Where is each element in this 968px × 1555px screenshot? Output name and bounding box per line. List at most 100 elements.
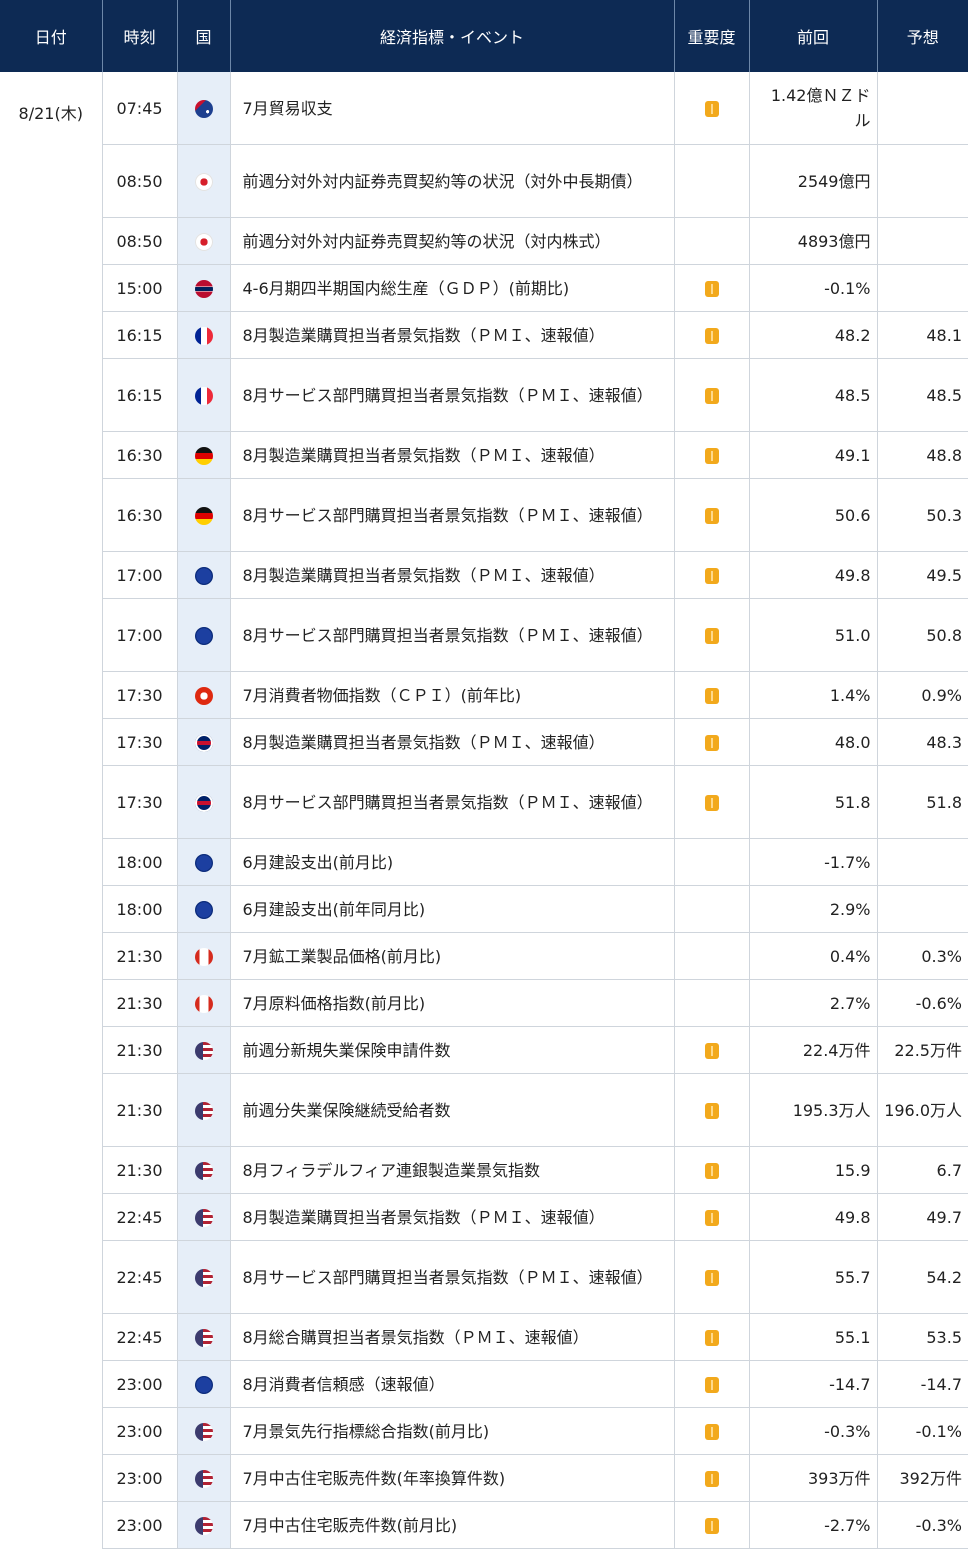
event-cell: 8月サービス部門購買担当者景気指数（ＰＭＩ、速報値） xyxy=(230,1240,675,1314)
germany-flag-icon xyxy=(194,506,213,525)
table-row: 21:30 8月フィラデルフィア連銀製造業景気指数 15.9 6.7 xyxy=(0,1146,968,1194)
forecast-cell: 54.2 xyxy=(877,1240,968,1314)
previous-cell: 0.4% xyxy=(749,932,878,980)
country-cell xyxy=(177,72,231,145)
time-cell: 08:50 xyxy=(102,144,178,218)
forecast-cell: 0.9% xyxy=(877,671,968,719)
time-cell: 23:00 xyxy=(102,1360,178,1408)
time-cell: 18:00 xyxy=(102,838,178,886)
forecast-cell xyxy=(877,217,968,265)
table-row: 21:30 7月鉱工業製品価格(前月比) 0.4% 0.3% xyxy=(0,932,968,980)
forecast-cell xyxy=(877,264,968,312)
previous-cell: -1.7% xyxy=(749,838,878,886)
importance-icon xyxy=(704,328,719,344)
importance-cell xyxy=(674,838,750,886)
importance-cell xyxy=(674,1454,750,1502)
importance-icon xyxy=(704,1471,719,1487)
event-cell: 8月サービス部門購買担当者景気指数（ＰＭＩ、速報値） xyxy=(230,598,675,672)
country-cell xyxy=(177,1407,231,1455)
previous-cell: 51.8 xyxy=(749,765,878,839)
forecast-cell: 0.3% xyxy=(877,932,968,980)
importance-icon xyxy=(704,1210,719,1226)
country-cell xyxy=(177,671,231,719)
event-cell: 8月サービス部門購買担当者景気指数（ＰＭＩ、速報値） xyxy=(230,358,675,432)
previous-cell: 51.0 xyxy=(749,598,878,672)
previous-cell: -14.7 xyxy=(749,1360,878,1408)
table-row: 17:30 8月サービス部門購買担当者景気指数（ＰＭＩ、速報値） 51.8 51.8 xyxy=(0,765,968,839)
forecast-cell: 48.5 xyxy=(877,358,968,432)
importance-icon xyxy=(704,388,719,404)
importance-icon xyxy=(704,735,719,751)
usa-flag-icon xyxy=(194,1101,213,1120)
time-cell: 22:45 xyxy=(102,1313,178,1361)
importance-icon xyxy=(704,568,719,584)
country-cell xyxy=(177,718,231,766)
uk-flag-icon xyxy=(194,793,213,812)
table-row: 21:30 7月原料価格指数(前月比) 2.7% -0.6% xyxy=(0,979,968,1027)
importance-icon xyxy=(704,1518,719,1534)
importance-cell xyxy=(674,358,750,432)
previous-cell: 2.9% xyxy=(749,885,878,933)
forecast-cell: 196.0万人 xyxy=(877,1073,968,1147)
country-cell xyxy=(177,478,231,552)
previous-cell: 49.8 xyxy=(749,1193,878,1241)
forecast-cell: -0.3% xyxy=(877,1501,968,1549)
importance-cell xyxy=(674,1146,750,1194)
table-row: 22:45 8月総合購買担当者景気指数（ＰＭＩ、速報値） 55.1 53.5 xyxy=(0,1313,968,1361)
time-cell: 23:00 xyxy=(102,1407,178,1455)
previous-cell: 4893億円 xyxy=(749,217,878,265)
time-cell: 17:00 xyxy=(102,551,178,599)
time-cell: 21:30 xyxy=(102,979,178,1027)
country-cell xyxy=(177,932,231,980)
importance-cell xyxy=(674,932,750,980)
table-row: 21:30 前週分失業保険継続受給者数 195.3万人 196.0万人 xyxy=(0,1073,968,1147)
importance-cell xyxy=(674,1193,750,1241)
event-cell: 7月貿易収支 xyxy=(230,72,675,145)
importance-cell xyxy=(674,217,750,265)
forecast-cell: 49.7 xyxy=(877,1193,968,1241)
country-cell xyxy=(177,885,231,933)
usa-flag-icon xyxy=(194,1161,213,1180)
table-row: 21:30 前週分新規失業保険申請件数 22.4万件 22.5万件 xyxy=(0,1026,968,1074)
table-row: 23:00 7月景気先行指標総合指数(前月比) -0.3% -0.1% xyxy=(0,1407,968,1455)
country-cell xyxy=(177,1073,231,1147)
previous-cell: 2.7% xyxy=(749,979,878,1027)
importance-icon xyxy=(704,688,719,704)
previous-cell: 2549億円 xyxy=(749,144,878,218)
forecast-cell: 53.5 xyxy=(877,1313,968,1361)
previous-cell: 48.5 xyxy=(749,358,878,432)
table-row: 17:30 8月製造業購買担当者景気指数（ＰＭＩ、速報値） 48.0 48.3 xyxy=(0,718,968,766)
importance-icon xyxy=(704,1330,719,1346)
previous-cell: 55.7 xyxy=(749,1240,878,1314)
previous-cell: 48.2 xyxy=(749,311,878,359)
importance-cell xyxy=(674,598,750,672)
event-cell: 8月製造業購買担当者景気指数（ＰＭＩ、速報値） xyxy=(230,1193,675,1241)
previous-cell: 15.9 xyxy=(749,1146,878,1194)
importance-cell xyxy=(674,1360,750,1408)
eu-flag-icon xyxy=(194,900,213,919)
usa-flag-icon xyxy=(194,1328,213,1347)
event-cell: 8月製造業購買担当者景気指数（ＰＭＩ、速報値） xyxy=(230,431,675,479)
previous-cell: -0.1% xyxy=(749,264,878,312)
norway-flag-icon xyxy=(194,279,213,298)
event-cell: 6月建設支出(前年同月比) xyxy=(230,885,675,933)
table-row: 23:00 7月中古住宅販売件数(前月比) -2.7% -0.3% xyxy=(0,1501,968,1549)
importance-cell xyxy=(674,72,750,145)
header-time: 時刻 xyxy=(102,0,178,72)
country-cell xyxy=(177,1454,231,1502)
table-row: 16:30 8月製造業購買担当者景気指数（ＰＭＩ、速報値） 49.1 48.8 xyxy=(0,431,968,479)
event-cell: 8月製造業購買担当者景気指数（ＰＭＩ、速報値） xyxy=(230,311,675,359)
previous-cell: 393万件 xyxy=(749,1454,878,1502)
country-cell xyxy=(177,217,231,265)
table-row: 23:00 7月中古住宅販売件数(年率換算件数) 393万件 392万件 xyxy=(0,1454,968,1502)
event-cell: 6月建設支出(前月比) xyxy=(230,838,675,886)
importance-cell xyxy=(674,765,750,839)
table-row: 08:50 前週分対外対内証券売買契約等の状況（対内株式） 4893億円 xyxy=(0,217,968,265)
header-date: 日付 xyxy=(0,0,103,72)
country-cell xyxy=(177,144,231,218)
forecast-cell xyxy=(877,72,968,145)
germany-flag-icon xyxy=(194,446,213,465)
event-cell: 7月景気先行指標総合指数(前月比) xyxy=(230,1407,675,1455)
event-cell: 4-6月期四半期国内総生産（ＧＤＰ）(前期比) xyxy=(230,264,675,312)
time-cell: 17:00 xyxy=(102,598,178,672)
